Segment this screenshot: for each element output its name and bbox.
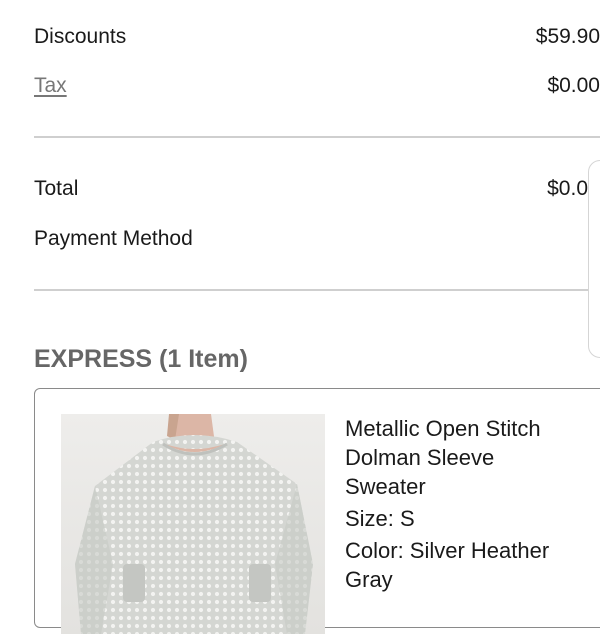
total-amount: $0.0: [547, 177, 588, 200]
tax-amount: $0.00: [547, 74, 600, 97]
payment-method-row: Payment Method: [34, 226, 600, 252]
total-row: Total $0.0: [34, 176, 600, 202]
payment-method-label: Payment Method: [34, 227, 193, 250]
product-name[interactable]: Metallic Open Stitch Dolman Sleeve Sweat…: [345, 414, 577, 501]
product-color: Color: Silver Heather Gray: [345, 538, 550, 592]
summary-divider: [34, 136, 600, 138]
total-label: Total: [34, 177, 79, 200]
tax-row: Tax $0.00: [34, 73, 600, 99]
product-image[interactable]: [61, 414, 325, 634]
discounts-amount: $59.90: [535, 25, 600, 48]
order-section-heading: EXPRESS (1 Item): [34, 345, 248, 373]
discounts-row: Discounts $59.90: [34, 24, 600, 50]
payment-divider: [34, 289, 600, 291]
side-panel-tab[interactable]: [588, 160, 600, 358]
product-size: Size: S: [345, 506, 415, 531]
order-item-card: Metallic Open Stitch Dolman Sleeve Sweat…: [34, 388, 600, 634]
tax-info-link[interactable]: Tax: [34, 74, 67, 97]
sweater-illustration: [61, 414, 325, 634]
discounts-label: Discounts: [34, 25, 127, 48]
product-info: Metallic Open Stitch Dolman Sleeve Sweat…: [345, 414, 577, 594]
